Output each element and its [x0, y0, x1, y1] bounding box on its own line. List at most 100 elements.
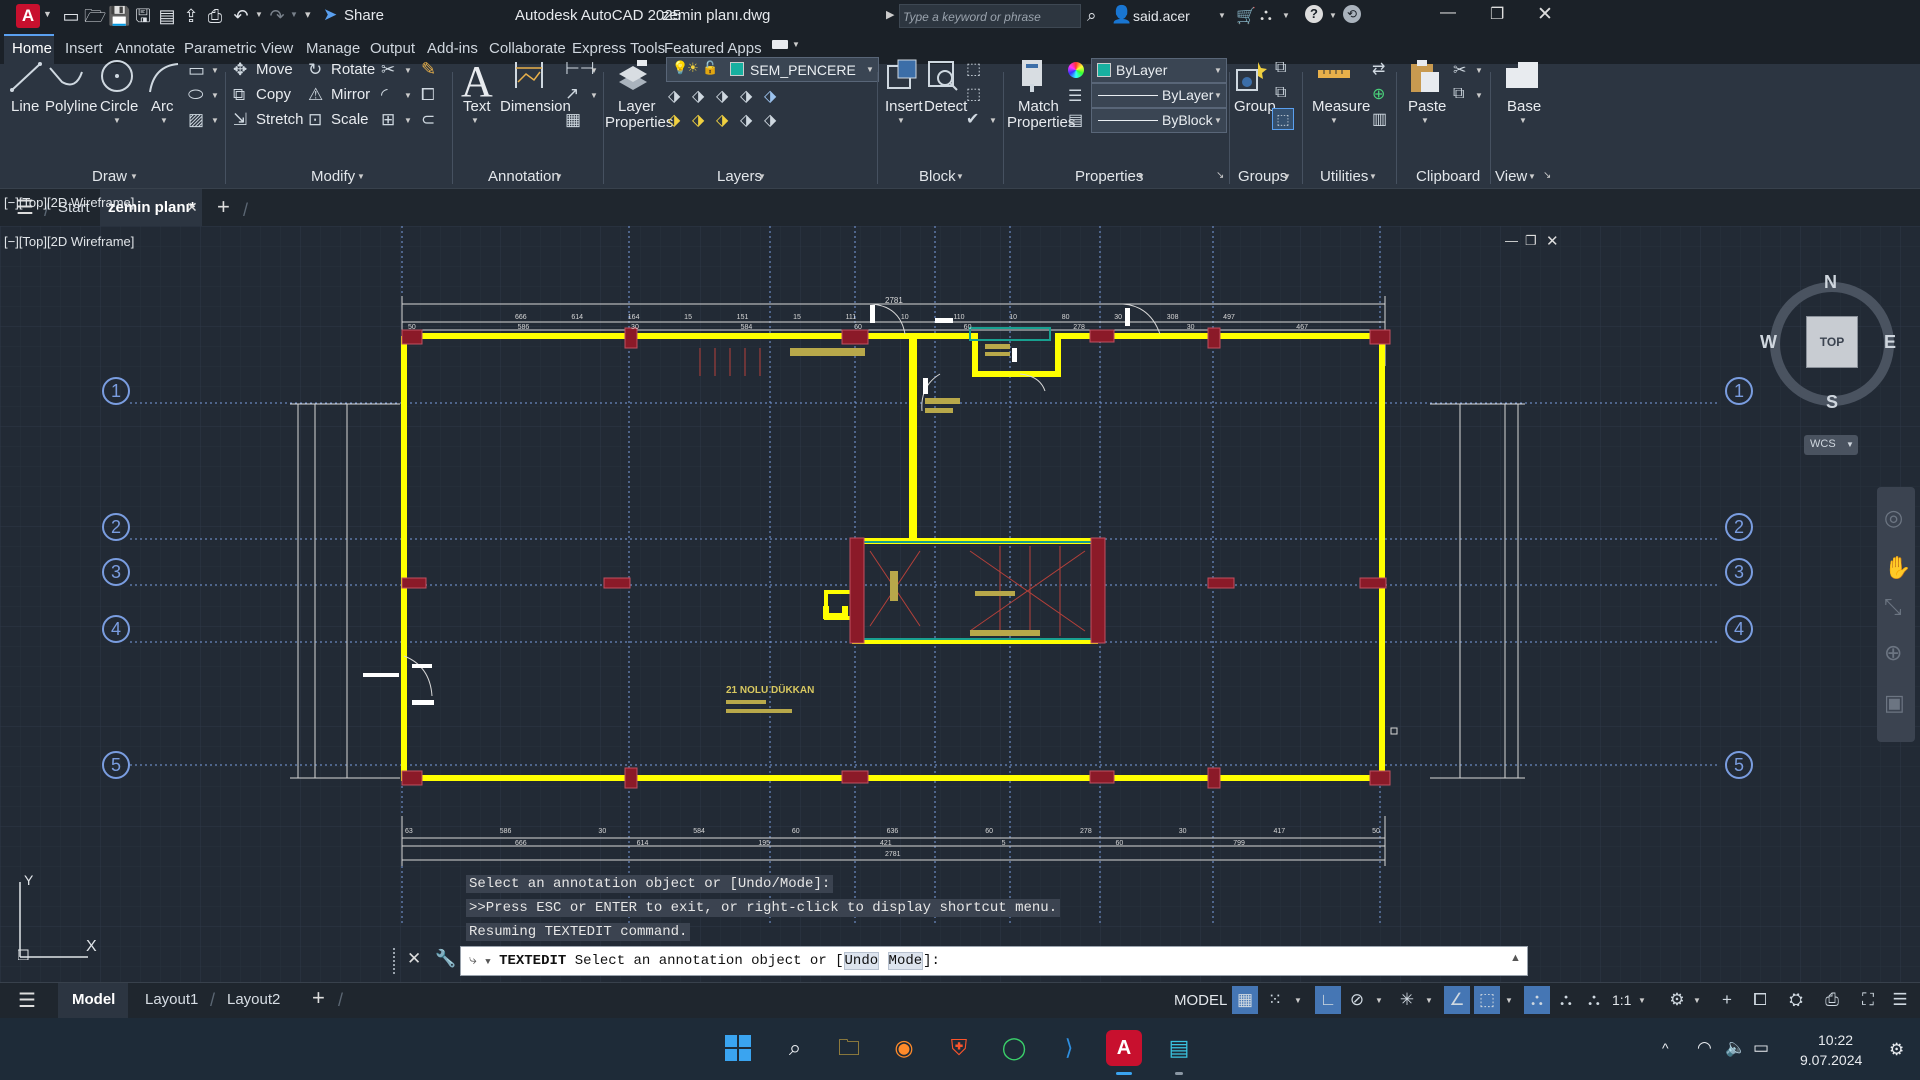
- restore-icon[interactable]: ❐: [1490, 4, 1504, 24]
- block-attributes-dropdown-icon[interactable]: ▼: [989, 116, 997, 125]
- properties-panel-dropdown-icon[interactable]: ▼: [1137, 172, 1145, 181]
- app-dropdown-icon[interactable]: ▼: [1282, 11, 1290, 20]
- help-dropdown-icon[interactable]: ▼: [1329, 11, 1337, 20]
- lineweight-dropdown-chevron-icon[interactable]: ▼: [1214, 116, 1222, 125]
- viewport-close-icon[interactable]: ✕: [1546, 232, 1559, 250]
- fillet-dropdown-icon[interactable]: ▼: [404, 91, 412, 100]
- command-prompt-icon[interactable]: ⤷: [469, 953, 477, 969]
- command-line-grip[interactable]: [393, 948, 401, 974]
- tab-parametric[interactable]: Parametric: [184, 40, 257, 57]
- autocad-taskbar-icon[interactable]: A: [1106, 1030, 1142, 1066]
- object-snap-icon[interactable]: ⬚: [1475, 988, 1499, 1012]
- dimension-button[interactable]: Dimension: [500, 98, 571, 115]
- start-menu-icon[interactable]: [720, 1030, 756, 1066]
- rectangle-dropdown-icon[interactable]: ▼: [211, 66, 219, 75]
- user-name[interactable]: said.acer: [1133, 8, 1190, 24]
- mirror-button[interactable]: Mirror: [331, 86, 370, 103]
- rectangle-icon[interactable]: ▭: [188, 60, 205, 81]
- array-icon[interactable]: ⊞: [381, 110, 395, 130]
- minimize-icon[interactable]: —: [1440, 4, 1456, 22]
- workspace-dropdown-icon[interactable]: ▼: [1693, 996, 1701, 1005]
- grid-display-icon[interactable]: ▦: [1233, 988, 1257, 1012]
- trim-icon[interactable]: ✂: [381, 60, 395, 80]
- clock-time[interactable]: 10:22: [1818, 1032, 1853, 1048]
- pan-icon[interactable]: ✋: [1884, 555, 1911, 581]
- text-dropdown-icon[interactable]: ▼: [471, 116, 479, 125]
- group-icon[interactable]: [1234, 58, 1270, 94]
- layer-tool-5-icon[interactable]: ⬗: [764, 86, 776, 106]
- layer-dropdown-chevron-icon[interactable]: ▼: [866, 65, 874, 74]
- save-icon[interactable]: 💾: [108, 5, 130, 27]
- ortho-icon[interactable]: ∟: [1316, 988, 1340, 1012]
- lineweight-dropdown[interactable]: ByBlock ▼: [1091, 108, 1227, 133]
- search-icon[interactable]: ⌕: [1087, 6, 1097, 26]
- copy-clip-icon[interactable]: ⧉: [1453, 85, 1464, 103]
- scale-button[interactable]: Scale: [331, 111, 369, 128]
- tab-annotate[interactable]: Annotate: [115, 40, 175, 57]
- paste-icon[interactable]: [1407, 58, 1443, 94]
- customization-menu-icon[interactable]: ☰: [1888, 988, 1912, 1012]
- annotation-visibility-icon[interactable]: ⛬: [1525, 988, 1549, 1012]
- view-panel-dropdown-icon[interactable]: ▼: [1528, 172, 1536, 181]
- tab-insert[interactable]: Insert: [65, 40, 103, 57]
- block-panel-title[interactable]: Block: [919, 168, 956, 185]
- snap-mode-icon[interactable]: ⁙: [1263, 988, 1287, 1012]
- match-properties-label-1[interactable]: Match: [1018, 98, 1059, 115]
- clipboard-panel-title[interactable]: Clipboard: [1416, 168, 1480, 185]
- arc-dropdown-icon[interactable]: ▼: [160, 116, 168, 125]
- notepad-icon[interactable]: ▤: [1161, 1030, 1197, 1066]
- linear-dim-dropdown-icon[interactable]: ▼: [590, 66, 598, 75]
- copy-clip-dropdown-icon[interactable]: ▼: [1475, 91, 1483, 100]
- scale-dropdown-icon[interactable]: ▼: [1638, 996, 1646, 1005]
- command-option-undo[interactable]: Undo: [843, 952, 880, 970]
- group-select-icon[interactable]: ⬚: [1272, 108, 1294, 130]
- isodraft-icon[interactable]: ✳: [1395, 988, 1419, 1012]
- paste-dropdown-icon[interactable]: ▼: [1421, 116, 1429, 125]
- whatsapp-icon[interactable]: ◯: [996, 1030, 1032, 1066]
- app-menu-chevron-icon[interactable]: ▼: [43, 9, 52, 19]
- volume-icon[interactable]: 🔈: [1725, 1038, 1746, 1058]
- edit-block-icon[interactable]: ⬚: [966, 84, 981, 104]
- hatch-dropdown-icon[interactable]: ▼: [211, 116, 219, 125]
- linetype-dropdown[interactable]: ByLayer ▼: [1091, 83, 1227, 108]
- base-view-icon[interactable]: [1504, 60, 1540, 92]
- layer-tool-1-icon[interactable]: ⬗: [668, 86, 680, 106]
- layout2-tab[interactable]: Layout2: [227, 991, 280, 1008]
- base-dropdown-icon[interactable]: ▼: [1519, 116, 1527, 125]
- group-button[interactable]: Group: [1234, 98, 1276, 115]
- layers-panel-title[interactable]: Layers: [717, 168, 762, 185]
- layer-tool-7-icon[interactable]: ⬗: [692, 110, 704, 130]
- annotation-monitor-icon[interactable]: +: [1715, 988, 1739, 1012]
- annotation-scale-value[interactable]: 1:1: [1612, 992, 1631, 1008]
- showmotion-icon[interactable]: ▣: [1884, 690, 1905, 716]
- system-tray-chevron-icon[interactable]: ^: [1662, 1040, 1669, 1056]
- block-attributes-icon[interactable]: ✔: [966, 109, 979, 129]
- compass-n[interactable]: N: [1824, 272, 1837, 293]
- properties-panel-title[interactable]: Properties: [1075, 168, 1143, 185]
- match-properties-label-2[interactable]: Properties: [1007, 114, 1075, 131]
- polyline-label[interactable]: Polyline: [45, 98, 98, 115]
- layer-tool-2-icon[interactable]: ⬗: [692, 86, 704, 106]
- draw-panel-title[interactable]: Draw: [92, 168, 127, 185]
- redo-dropdown-icon[interactable]: ▼: [290, 10, 298, 19]
- orbit-icon[interactable]: ⊕: [1884, 640, 1902, 666]
- isodraft-dropdown-icon[interactable]: ▼: [1425, 996, 1433, 1005]
- detect-icon[interactable]: [925, 58, 961, 94]
- layer-tool-9-icon[interactable]: ⬗: [740, 110, 752, 130]
- circle-label[interactable]: Circle: [100, 98, 138, 115]
- insert-button[interactable]: Insert: [885, 98, 923, 115]
- layer-properties-icon[interactable]: [615, 58, 651, 94]
- tab-view[interactable]: View: [261, 40, 293, 57]
- circle-dropdown-icon[interactable]: ▼: [113, 116, 121, 125]
- viewport-minimize-icon[interactable]: —: [1505, 233, 1518, 248]
- id-point-icon[interactable]: ⊕: [1372, 84, 1385, 104]
- clock-date[interactable]: 9.07.2024: [1800, 1052, 1862, 1068]
- text-button[interactable]: Text: [463, 98, 491, 115]
- compass-s[interactable]: S: [1826, 392, 1838, 413]
- stretch-icon[interactable]: ⇲: [233, 110, 247, 130]
- file-explorer-icon[interactable]: 🗀: [831, 1030, 867, 1066]
- rotate-button[interactable]: Rotate: [331, 61, 375, 78]
- cart-icon[interactable]: 🛒: [1236, 6, 1256, 26]
- brave-icon[interactable]: ⛨: [941, 1030, 977, 1066]
- ellipse-dropdown-icon[interactable]: ▼: [211, 91, 219, 100]
